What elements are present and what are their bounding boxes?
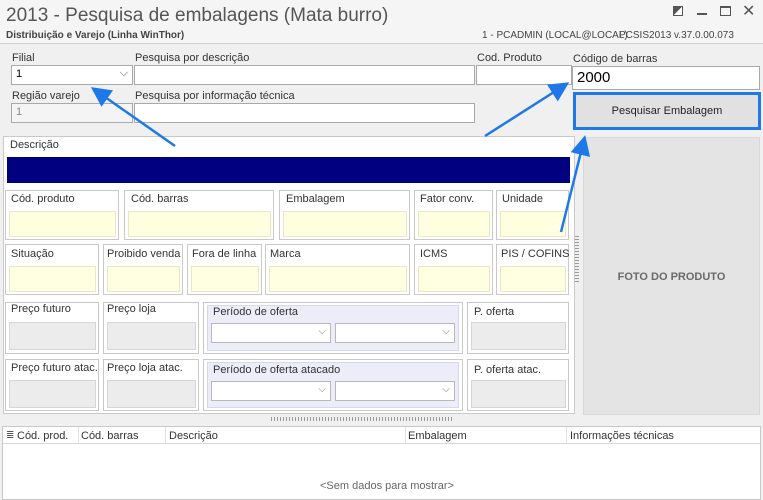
arrow-to-search-button xyxy=(559,135,591,233)
arrow-to-filial xyxy=(90,87,176,148)
annotation-arrows xyxy=(90,82,591,233)
arrow-to-barcode xyxy=(484,82,570,138)
